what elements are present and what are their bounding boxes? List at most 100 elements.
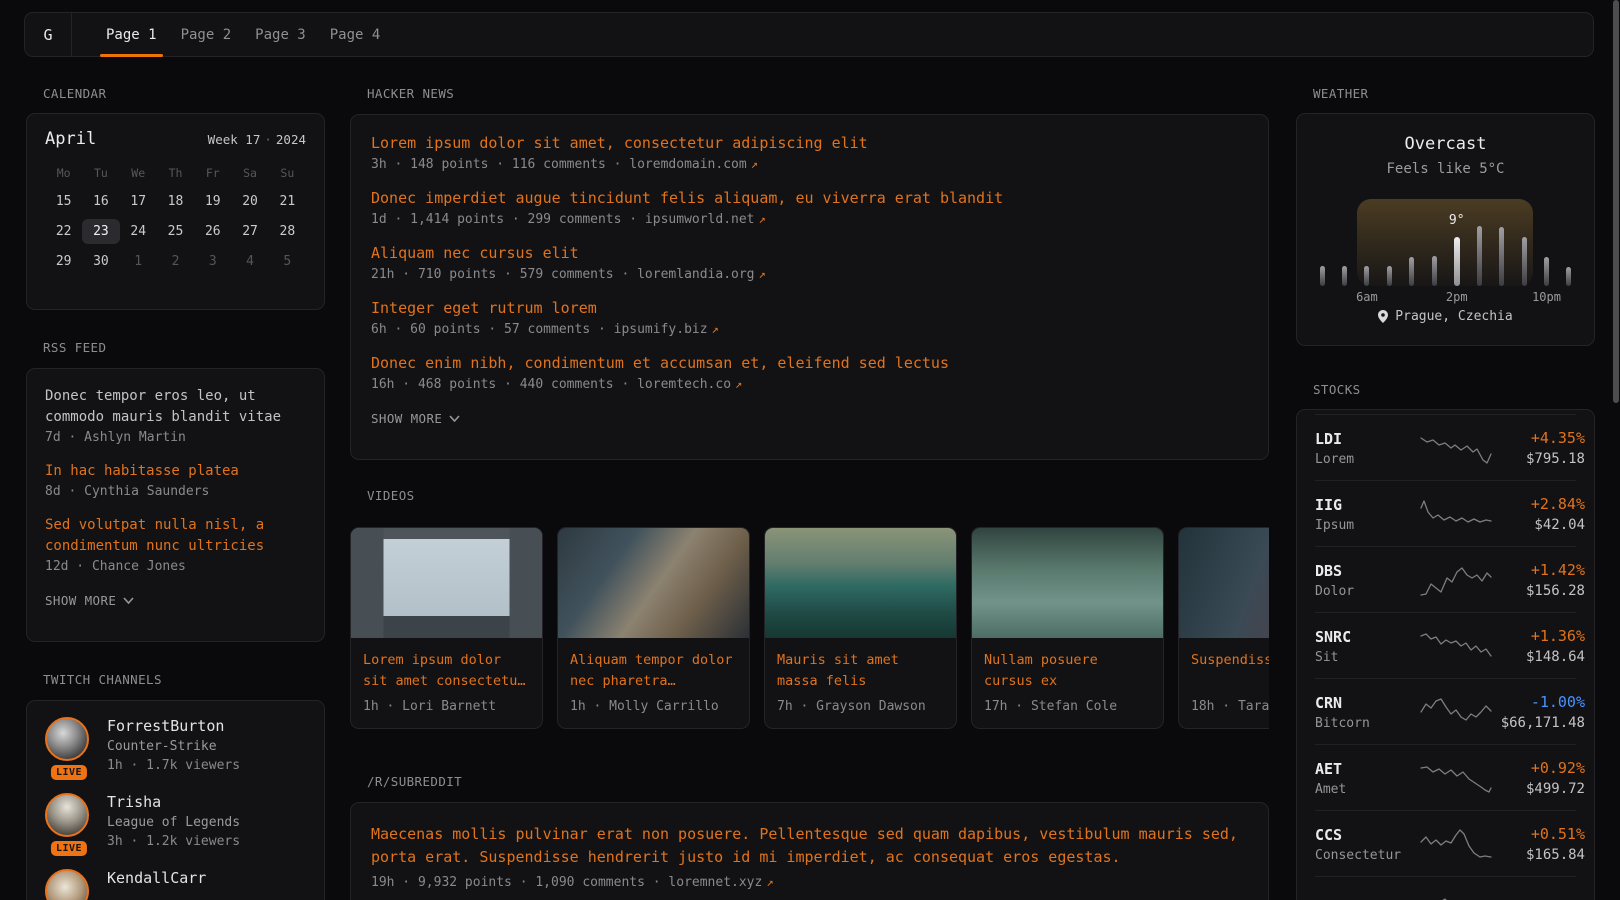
channel-game: League of Legends xyxy=(107,815,240,830)
scrollbar[interactable] xyxy=(1612,0,1620,900)
rss-list: Donec tempor eros leo, ut commodo mauris… xyxy=(45,386,306,574)
post-meta: 19h · 9,932 points · 1,090 comments · lo… xyxy=(371,875,1248,890)
weekday-cell: Fr xyxy=(194,164,231,182)
page-tab[interactable]: Page 4 xyxy=(318,13,393,56)
day-cell: 29 xyxy=(45,249,82,274)
rss-item-meta: 7d · Ashlyn Martin xyxy=(45,430,306,445)
stock-change: +0.92% xyxy=(1493,759,1585,777)
section-label-twitch: TWITCH CHANNELS xyxy=(43,672,325,687)
hn-title-link[interactable]: Integer eget rutrum lorem xyxy=(371,298,1248,319)
external-link-icon[interactable]: ↗ xyxy=(759,267,766,281)
video-thumbnail[interactable] xyxy=(1179,528,1269,638)
twitch-channel[interactable]: LIVE Trisha League of Legends 3h · 1.2k … xyxy=(45,793,306,849)
stock-name: Lorem xyxy=(1315,452,1419,467)
day-cell: 25 xyxy=(157,219,194,244)
page-tabs: Page 1 Page 2 Page 3 Page 4 xyxy=(94,13,392,56)
rss-item-title[interactable]: Sed volutpat nulla nisl, a condimentum n… xyxy=(45,515,306,557)
video-card[interactable]: Mauris sit amet massa felis 7h · Grayson… xyxy=(764,527,957,729)
page-tab[interactable]: Page 3 xyxy=(243,13,318,56)
video-card[interactable]: Suspendisse diam 18h · Tara xyxy=(1178,527,1269,729)
weather-hour-column xyxy=(1499,198,1505,286)
video-meta: 17h · Stefan Cole xyxy=(984,699,1151,714)
stock-row[interactable]: DBS Dolor +1.42% $156.28 xyxy=(1315,546,1576,612)
hn-title-link[interactable]: Lorem ipsum dolor sit amet, consectetur … xyxy=(371,133,1248,154)
hn-title-link[interactable]: Donec enim nibh, condimentum et accumsan… xyxy=(371,353,1248,374)
twitch-channel[interactable]: LIVE ForrestBurton Counter-Strike 1h · 1… xyxy=(45,717,306,773)
stock-sparkline xyxy=(1419,826,1493,862)
page-tab-label: Page 3 xyxy=(255,27,306,43)
stock-change: -1.00% xyxy=(1493,693,1585,711)
page-tab[interactable]: Page 2 xyxy=(169,13,244,56)
stock-row[interactable]: LDI Lorem +4.35% $795.18 xyxy=(1315,414,1576,480)
page-tab[interactable]: Page 1 xyxy=(94,13,169,56)
stock-price: $42.04 xyxy=(1493,517,1585,533)
channel-name[interactable]: KendallCarr xyxy=(107,869,206,887)
video-title-link[interactable]: Nullam posuere cursus ex xyxy=(984,650,1151,692)
post-title-link[interactable]: Maecenas mollis pulvinar erat non posuer… xyxy=(371,823,1248,869)
weather-bar xyxy=(1522,237,1527,286)
twitch-channel[interactable]: LIVE KendallCarr xyxy=(45,869,306,900)
stock-name: Ipsum xyxy=(1315,518,1419,533)
weather-bar xyxy=(1342,266,1347,286)
app-logo[interactable]: G xyxy=(25,13,72,56)
show-more-button[interactable]: SHOW MORE xyxy=(371,411,460,426)
video-title-link[interactable]: Lorem ipsum dolor sit amet consectetu… xyxy=(363,650,530,692)
external-link-icon[interactable]: ↗ xyxy=(766,875,773,889)
avatar-wrap: LIVE xyxy=(45,793,93,849)
weekday-cell: We xyxy=(120,164,157,182)
channel-name[interactable]: ForrestBurton xyxy=(107,717,240,735)
stock-row[interactable]: CRN Bitcorn -1.00% $66,171.48 xyxy=(1315,678,1576,744)
external-link-icon[interactable]: ↗ xyxy=(759,212,766,226)
video-card[interactable]: Lorem ipsum dolor sit amet consectetu… 1… xyxy=(350,527,543,729)
external-link-icon[interactable]: ↗ xyxy=(735,377,742,391)
rss-item-title[interactable]: In hac habitasse platea xyxy=(45,461,306,482)
stock-sparkline xyxy=(1419,430,1493,466)
channel-name[interactable]: Trisha xyxy=(107,793,240,811)
stock-price: $66,171.48 xyxy=(1493,715,1585,731)
video-thumbnail[interactable] xyxy=(351,528,542,638)
weather-bar xyxy=(1566,267,1571,286)
day-cell: 4 xyxy=(231,249,268,274)
external-link-icon[interactable]: ↗ xyxy=(751,157,758,171)
channel-viewers: 1h · 1.7k viewers xyxy=(107,758,240,773)
external-link-icon[interactable]: ↗ xyxy=(712,322,719,336)
hn-title-link[interactable]: Aliquam nec cursus elit xyxy=(371,243,1248,264)
rss-item-title[interactable]: Donec tempor eros leo, ut commodo mauris… xyxy=(45,386,306,428)
hn-title-link[interactable]: Donec imperdiet augue tincidunt felis al… xyxy=(371,188,1248,209)
calendar-month: April xyxy=(45,129,96,149)
video-card[interactable]: Aliquam tempor dolor nec pharetra… 1h · … xyxy=(557,527,750,729)
weather-hour-column: 9° 2pm xyxy=(1454,198,1460,286)
stock-name: Dolor xyxy=(1315,584,1419,599)
stock-row[interactable]: AET Amet +0.92% $499.72 xyxy=(1315,744,1576,810)
video-title-link[interactable]: Suspendisse diam xyxy=(1191,650,1269,692)
avatar-wrap: LIVE xyxy=(45,869,93,900)
day-cell: 1 xyxy=(120,249,157,274)
hackernews-list: Lorem ipsum dolor sit amet, consectetur … xyxy=(371,133,1248,392)
video-thumbnail[interactable] xyxy=(972,528,1163,638)
rss-item-meta: 8d · Cynthia Saunders xyxy=(45,484,306,499)
weather-hour-column xyxy=(1319,198,1325,286)
video-title-link[interactable]: Aliquam tempor dolor nec pharetra… xyxy=(570,650,737,692)
day-cell: 27 xyxy=(231,219,268,244)
hour-label: 2pm xyxy=(1446,290,1468,304)
stock-row[interactable]: IIG Ipsum +2.84% $42.04 xyxy=(1315,480,1576,546)
video-thumbnail[interactable] xyxy=(765,528,956,638)
weather-location: Prague, Czechia xyxy=(1395,309,1512,324)
weekday-row: MoTuWeThFrSaSu xyxy=(45,164,306,182)
scrollbar-thumb[interactable] xyxy=(1613,0,1619,403)
video-card[interactable]: Nullam posuere cursus ex 17h · Stefan Co… xyxy=(971,527,1164,729)
show-more-button[interactable]: SHOW MORE xyxy=(45,593,134,608)
stock-row[interactable]: CCS Consectetur +0.51% $165.84 xyxy=(1315,810,1576,876)
calendar-year: 2024 xyxy=(276,132,306,147)
stock-ticker: LDI xyxy=(1315,430,1419,448)
stock-price: $499.72 xyxy=(1493,781,1585,797)
video-meta: 1h · Lori Barnett xyxy=(363,699,530,714)
stock-price: $156.28 xyxy=(1493,583,1585,599)
video-title-link[interactable]: Mauris sit amet massa felis xyxy=(777,650,944,692)
channel-viewers: 3h · 1.2k viewers xyxy=(107,834,240,849)
stock-row[interactable]: SNRC Sit +1.36% $148.64 xyxy=(1315,612,1576,678)
stock-row[interactable]: AHS +0.46% xyxy=(1315,876,1576,900)
day-cell: 26 xyxy=(194,219,231,244)
video-thumbnail[interactable] xyxy=(558,528,749,638)
weather-location-row: Prague, Czechia xyxy=(1297,309,1594,324)
